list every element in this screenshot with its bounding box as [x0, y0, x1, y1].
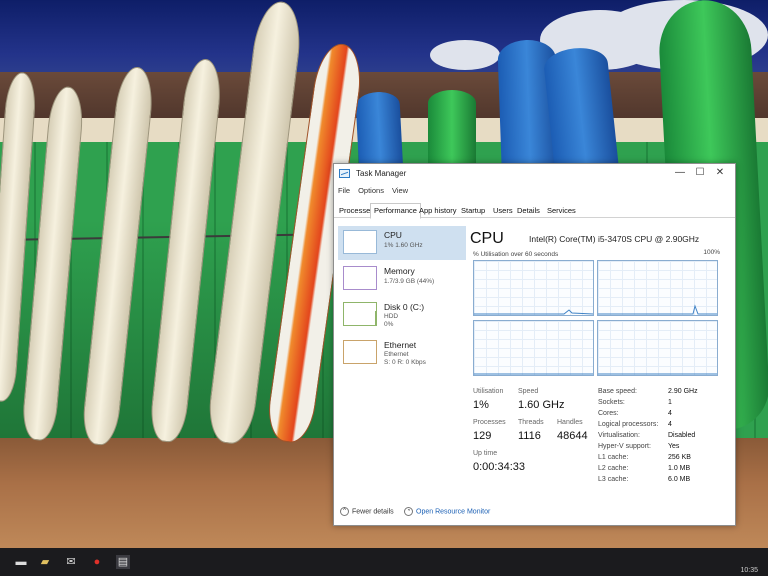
resource-name: CPU [384, 230, 402, 240]
menu-file[interactable]: File [338, 186, 350, 200]
taskbar: ▬ ▰ ✉ ● ▤ 10:35 [0, 548, 768, 576]
tab-details[interactable]: Details [514, 204, 543, 218]
core-graph [597, 260, 718, 316]
processes-label: Processes [473, 419, 506, 426]
cpu-model: Intel(R) Core(TM) i5-3470S CPU @ 2.90GHz [529, 234, 700, 244]
window-footer: ^ Fewer details ◔ Open Resource Monitor [334, 499, 735, 525]
spec-value: 4 [668, 410, 672, 417]
file-explorer-icon[interactable]: ▰ [38, 555, 52, 569]
resource-detail: 1.7/3.9 GB (44%) [384, 278, 435, 285]
open-resource-monitor-label: Open Resource Monitor [416, 508, 491, 516]
core-utilisation-line [598, 373, 717, 375]
speed-value: 1.60 GHz [518, 399, 565, 411]
tab-performance[interactable]: Performance [370, 203, 421, 219]
cpu-heading: CPU [470, 230, 504, 247]
resource-list: CPU 1% 1.60 GHz Memory 1.7/3.9 GB (44%) … [336, 222, 470, 492]
fewer-details-label: Fewer details [352, 508, 394, 516]
handles-value: 48644 [557, 430, 588, 442]
task-manager-icon [339, 169, 350, 178]
handles-label: Handles [557, 419, 583, 426]
resource-name: Ethernet [384, 340, 417, 350]
ethernet-mini-graph [343, 340, 377, 364]
tab-services[interactable]: Services [544, 204, 579, 218]
spec-value: Yes [668, 443, 680, 450]
uptime-value: 0:00:34:33 [473, 461, 525, 473]
uptime-label: Up time [473, 450, 498, 457]
chevron-up-icon: ^ [340, 507, 349, 516]
task-manager-window[interactable]: Task Manager — ☐ ✕ File Options View Pro… [333, 163, 736, 526]
resource-detail: S: 0 R: 0 Kbps [384, 359, 426, 366]
clock[interactable]: 10:35 [740, 567, 758, 574]
menu-bar: File Options View [336, 186, 408, 200]
spec-label: Base speed: [598, 388, 637, 395]
processes-value: 129 [473, 430, 492, 442]
tab-startup[interactable]: Startup [458, 204, 488, 218]
graph-label: % Utilisation over 60 seconds [473, 251, 559, 258]
resource-detail: 0% [384, 321, 394, 328]
tab-app-history[interactable]: App history [416, 204, 460, 218]
open-resource-monitor-link[interactable]: ◔ Open Resource Monitor [404, 507, 490, 516]
graph-max-label: 100% [703, 249, 720, 256]
resource-name: Disk 0 (C:) [384, 302, 425, 312]
minimize-button[interactable]: — [671, 166, 689, 180]
spec-value: 2.90 GHz [668, 388, 698, 395]
resource-item-memory[interactable]: Memory 1.7/3.9 GB (44%) [338, 262, 466, 296]
spec-label: Cores: [598, 410, 619, 417]
spec-value: Disabled [668, 432, 696, 439]
threads-value: 1116 [518, 430, 541, 442]
cpu-detail-pane: CPU Intel(R) Core(TM) i5-3470S CPU @ 2.9… [470, 222, 734, 502]
menu-options[interactable]: Options [358, 186, 384, 200]
title-bar[interactable]: Task Manager — ☐ ✕ [334, 164, 735, 184]
resource-detail: 1% 1.60 GHz [384, 242, 423, 249]
resource-detail: HDD [384, 313, 399, 320]
opera-browser-icon[interactable]: ● [90, 555, 104, 569]
resource-detail: Ethernet [384, 351, 409, 358]
resource-monitor-icon: ◔ [404, 507, 413, 516]
tab-strip: Processes Performance App history Startu… [334, 202, 735, 219]
close-button[interactable]: ✕ [711, 166, 729, 180]
window-title: Task Manager [356, 169, 407, 178]
utilisation-value: 1% [473, 399, 489, 411]
threads-label: Threads [518, 419, 544, 426]
core-utilisation-line [474, 373, 593, 375]
core-utilisation-line [474, 309, 594, 315]
disk-mini-graph [343, 302, 377, 326]
spec-label: Logical processors: [598, 421, 659, 428]
spec-label: L2 cache: [598, 465, 629, 472]
spec-label: Sockets: [598, 399, 625, 406]
tab-users[interactable]: Users [490, 204, 516, 218]
spec-value: 4 [668, 421, 672, 428]
maximize-button[interactable]: ☐ [691, 166, 709, 180]
spec-value: 1 [668, 399, 672, 406]
resource-item-ethernet[interactable]: Ethernet Ethernet S: 0 R: 0 Kbps [338, 336, 466, 370]
spec-label: Virtualisation: [598, 432, 640, 439]
wallpaper-cloud [430, 40, 500, 70]
task-manager-taskbar-icon[interactable]: ▤ [116, 555, 130, 569]
spec-label: L1 cache: [598, 454, 629, 461]
cpu-mini-graph [343, 230, 377, 254]
core-graph [473, 260, 594, 316]
utilisation-label: Utilisation [473, 388, 504, 395]
spec-value: 6.0 MB [668, 476, 691, 483]
resource-name: Memory [384, 266, 415, 276]
core-graph [597, 320, 718, 376]
start-icon[interactable]: ▬ [14, 555, 28, 569]
spec-value: 1.0 MB [668, 465, 691, 472]
memory-mini-graph [343, 266, 377, 290]
cpu-core-graphs [473, 260, 720, 378]
spec-value: 256 KB [668, 454, 691, 461]
core-utilisation-line [598, 304, 717, 315]
menu-view[interactable]: View [392, 186, 408, 200]
spec-label: Hyper-V support: [598, 443, 651, 450]
fewer-details-button[interactable]: ^ Fewer details [340, 507, 394, 516]
mail-icon[interactable]: ✉ [64, 555, 78, 569]
resource-item-cpu[interactable]: CPU 1% 1.60 GHz [338, 226, 466, 260]
core-graph [473, 320, 594, 376]
resource-item-disk[interactable]: Disk 0 (C:) HDD 0% [338, 298, 466, 332]
spec-label: L3 cache: [598, 476, 629, 483]
speed-label: Speed [518, 388, 539, 395]
